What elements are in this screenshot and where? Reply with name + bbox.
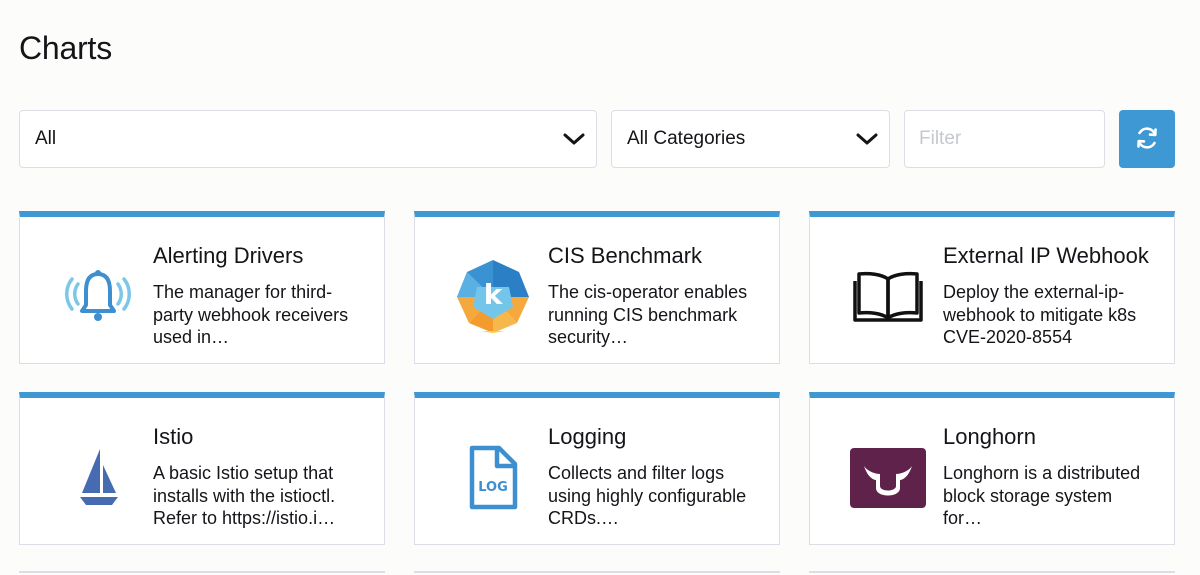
category-select[interactable]: All Categories bbox=[611, 110, 890, 168]
chart-card-partial[interactable] bbox=[809, 571, 1175, 575]
chart-card-description: A basic Istio setup that installs with t… bbox=[153, 463, 336, 528]
svg-text:k: k bbox=[484, 278, 504, 311]
category-select-value: All Categories bbox=[627, 128, 746, 149]
filter-input[interactable] bbox=[904, 110, 1105, 168]
chart-card-logging[interactable]: LOG Logging Collects and filter logs usi… bbox=[414, 392, 780, 545]
chart-card-istio[interactable]: Istio A basic Istio setup that installs … bbox=[19, 392, 385, 545]
chevron-down-icon bbox=[562, 131, 586, 147]
log-icon-text: LOG bbox=[478, 480, 508, 495]
page-title: Charts bbox=[19, 30, 113, 66]
log-file-icon: LOG bbox=[445, 438, 541, 518]
chart-card-external-ip-webhook[interactable]: External IP Webhook Deploy the external-… bbox=[809, 211, 1175, 364]
chart-card-name: Alerting Drivers bbox=[153, 243, 304, 268]
chart-card-partial[interactable] bbox=[414, 571, 780, 575]
chart-card-description: Deploy the external-ip-webhook to mitiga… bbox=[943, 282, 1137, 347]
istio-sail-logo bbox=[50, 438, 146, 518]
chart-card-alerting-drivers[interactable]: Alerting Drivers The manager for third-p… bbox=[19, 211, 385, 364]
chart-card-name: Logging bbox=[548, 424, 627, 449]
chart-card-name: CIS Benchmark bbox=[548, 243, 703, 268]
chart-card-description: The cis-operator enables running CIS ben… bbox=[548, 282, 748, 347]
bell-icon bbox=[50, 257, 146, 337]
refresh-button[interactable] bbox=[1119, 110, 1175, 168]
chart-card-description: Collects and filter logs using highly co… bbox=[548, 463, 747, 528]
refresh-icon bbox=[1134, 125, 1160, 154]
open-book-icon bbox=[840, 257, 936, 337]
chart-card-description: Longhorn is a distributed block storage … bbox=[943, 463, 1141, 528]
chart-card-partial[interactable] bbox=[19, 571, 385, 575]
chevron-down-icon bbox=[855, 131, 879, 147]
chart-card-name: Longhorn bbox=[943, 424, 1036, 449]
charts-page: Charts All All Categories Filter Alertin… bbox=[0, 0, 1200, 575]
chart-card-cis-benchmark[interactable]: k CIS Benchmark The cis-operator enables… bbox=[414, 211, 780, 364]
chart-card-name: External IP Webhook bbox=[943, 243, 1149, 268]
chart-card-longhorn[interactable]: Longhorn Longhorn is a distributed block… bbox=[809, 392, 1175, 545]
chart-card-name: Istio bbox=[153, 424, 194, 449]
namespace-select[interactable]: All bbox=[19, 110, 597, 168]
chart-card-description: The manager for third-party webhook rece… bbox=[153, 282, 349, 347]
kubernetes-k-logo: k bbox=[445, 257, 541, 337]
namespace-select-value: All bbox=[35, 128, 57, 149]
longhorn-logo bbox=[840, 438, 936, 518]
